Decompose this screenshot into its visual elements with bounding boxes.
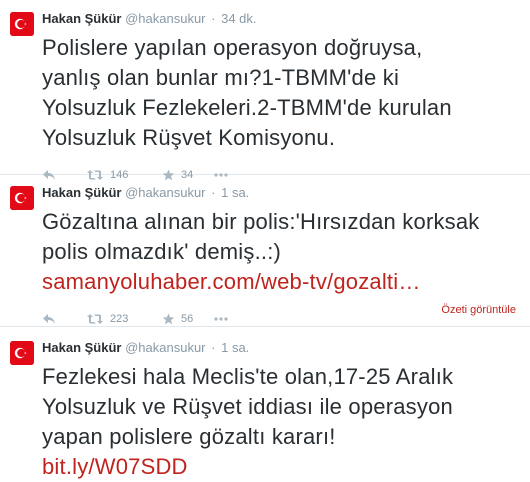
tweet-text-line: Polislere yapılan operasyon doğruysa, [42, 35, 423, 60]
avatar[interactable] [10, 186, 34, 210]
separator-dot: · [211, 11, 216, 26]
reply-icon [43, 314, 55, 324]
author-name[interactable]: Hakan Şükür [42, 11, 121, 26]
tweet-text-line: Fezlekesi hala Meclis'te olan,17-25 Aral… [42, 364, 454, 389]
tweet-text: Fezlekesi hala Meclis'te olan,17-25 Aral… [42, 362, 516, 482]
tweet-header: Hakan Şükür @hakansukur · 1 sa. [42, 339, 516, 357]
tweet-text-line: Yolsuzluk ve Rüşvet iddiası ile operasyo… [42, 394, 453, 419]
tweet-link[interactable]: samanyoluhaber.com/web-tv/gozalti… [42, 267, 516, 297]
star-icon [162, 313, 175, 325]
timestamp[interactable]: 34 dk. [221, 11, 256, 26]
timeline: Hakan Şükür @hakansukur · 34 dk. Polisle… [0, 0, 530, 479]
author-name[interactable]: Hakan Şükür [42, 340, 121, 355]
author-handle[interactable]: @hakansukur [125, 11, 205, 26]
more-icon [214, 317, 228, 321]
avatar[interactable] [10, 341, 34, 365]
timestamp[interactable]: 1 sa. [221, 340, 249, 355]
author-handle[interactable]: @hakansukur [125, 340, 205, 355]
avatar[interactable] [10, 12, 34, 36]
separator-dot: · [211, 185, 216, 200]
turkish-flag-icon [10, 12, 34, 36]
favorite-count: 56 [181, 313, 194, 325]
tweet[interactable]: Hakan Şükür @hakansukur · 34 dk. Polisle… [0, 0, 530, 181]
turkish-flag-icon [10, 186, 34, 210]
turkish-flag-icon [10, 341, 34, 365]
more-button[interactable] [214, 317, 234, 321]
tweet-text-line: Gözaltına alınan bir polis:'Hırsızdan ko… [42, 209, 480, 234]
reply-button[interactable] [42, 313, 86, 325]
retweet-icon [87, 314, 103, 324]
tweet[interactable]: Hakan Şükür @hakansukur · 1 sa. Gözaltın… [0, 175, 530, 327]
retweet-button[interactable]: 223 [86, 313, 162, 325]
view-summary-link[interactable]: Özeti görüntüle [441, 304, 516, 316]
tweet-text: Gözaltına alınan bir polis:'Hırsızdan ko… [42, 207, 516, 297]
separator-dot: · [211, 340, 216, 355]
tweet-header: Hakan Şükür @hakansukur · 1 sa. [42, 184, 516, 202]
tweet-text: Polislere yapılan operasyon doğruysa, ya… [42, 33, 516, 153]
author-handle[interactable]: @hakansukur [125, 185, 205, 200]
tweet-text-line: yanlış olan bunlar mı?1-TBMM'de ki [42, 65, 400, 90]
tweet[interactable]: Hakan Şükür @hakansukur · 1 sa. Fezlekes… [0, 327, 530, 479]
tweet-text-line: yapan polislere gözaltı kararı! [42, 424, 336, 449]
tweet-text-line: Yolsuzluk Fezlekeleri.2-TBMM'de kurulan [42, 95, 452, 120]
tweet-text-line: polis olmazdık' demiş..:) [42, 239, 282, 264]
tweet-header: Hakan Şükür @hakansukur · 34 dk. [42, 10, 516, 28]
tweet-link[interactable]: bit.ly/W07SDD [42, 452, 516, 482]
retweet-count: 223 [110, 313, 129, 325]
timestamp[interactable]: 1 sa. [221, 185, 249, 200]
favorite-button[interactable]: 56 [162, 313, 214, 325]
author-name[interactable]: Hakan Şükür [42, 185, 121, 200]
tweet-text-line: Yolsuzluk Rüşvet Komisyonu. [42, 125, 336, 150]
